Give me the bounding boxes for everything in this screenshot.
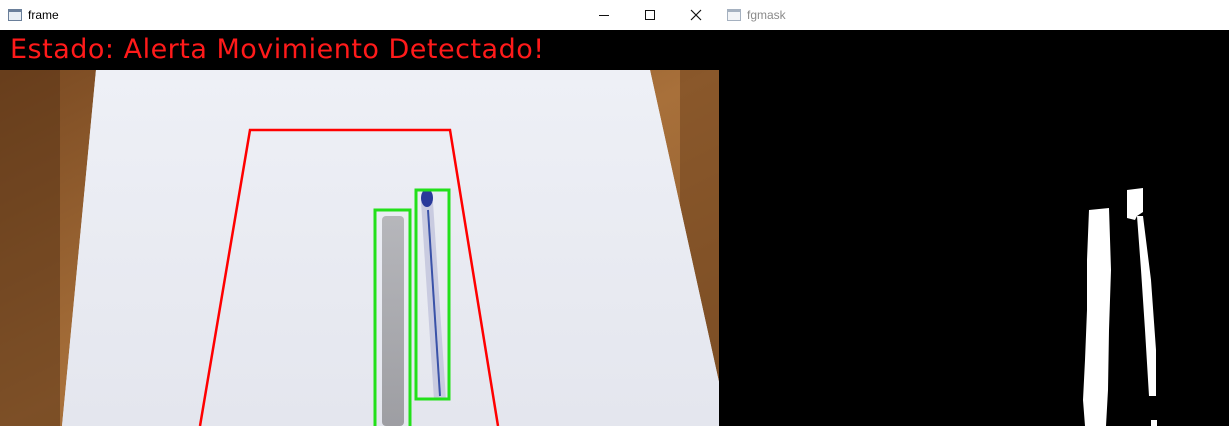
- fgmask-window-title: fgmask: [747, 8, 786, 22]
- minimize-icon: [599, 14, 609, 16]
- fgmask-titlebar[interactable]: fgmask: [719, 0, 1229, 30]
- frame-window-title: frame: [28, 8, 59, 22]
- foreground-mask-view: [719, 30, 1229, 426]
- status-text: Estado: Alerta Movimiento Detectado!: [10, 34, 545, 65]
- frame-window: frame Estado: Alerta Movimiento Detectad…: [0, 0, 719, 426]
- pen-cap: [421, 189, 433, 207]
- mask-blob: [1151, 420, 1157, 426]
- maximize-button[interactable]: [627, 0, 673, 30]
- close-button[interactable]: [673, 0, 719, 30]
- window-app-icon: [727, 9, 741, 21]
- pen-shadow: [382, 216, 404, 426]
- fgmask-window: fgmask: [719, 0, 1229, 426]
- minimize-button[interactable]: [581, 0, 627, 30]
- window-app-icon: [8, 9, 22, 21]
- frame-titlebar[interactable]: frame: [0, 0, 719, 30]
- camera-frame-view: [0, 70, 719, 426]
- close-icon: [690, 9, 702, 21]
- maximize-icon: [645, 10, 655, 20]
- window-controls: [581, 0, 719, 30]
